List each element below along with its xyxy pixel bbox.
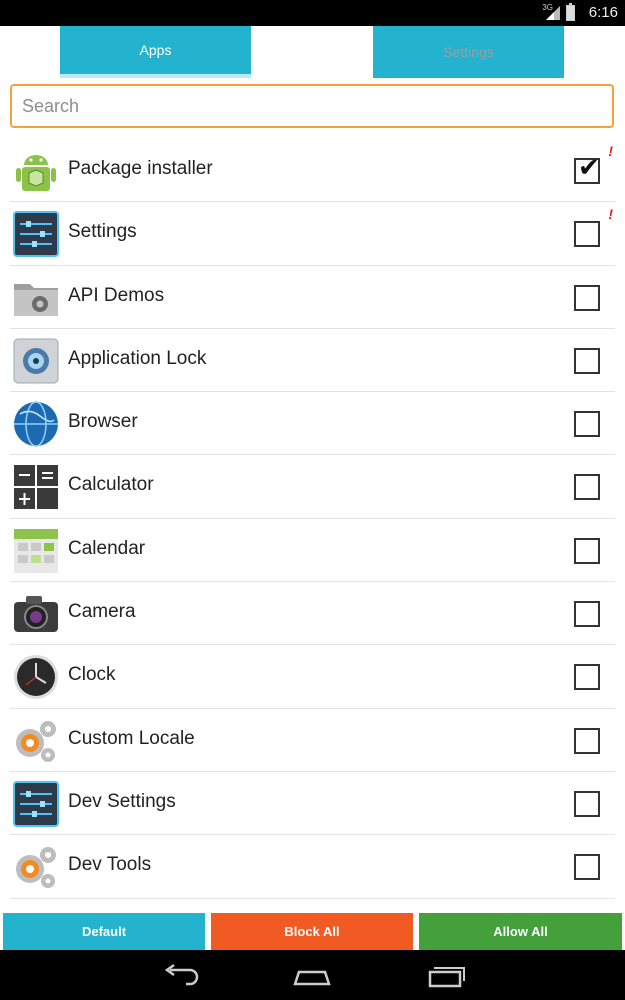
list-item[interactable]: Calculator [10, 455, 615, 519]
default-button[interactable]: Default [3, 913, 205, 950]
list-item[interactable]: Dev Tools [10, 835, 615, 899]
block-checkbox[interactable] [574, 411, 600, 438]
home-icon[interactable] [292, 964, 332, 988]
list-item[interactable]: API Demos [10, 266, 615, 329]
warning-icon: ! [608, 206, 613, 223]
app-name: Package installer [68, 158, 213, 179]
battery-charging-icon [566, 3, 575, 21]
block-checkbox[interactable] [574, 221, 600, 248]
app-name: Calendar [68, 537, 146, 559]
app-name: Calculator [68, 474, 154, 496]
list-item[interactable]: Camera [10, 582, 615, 646]
recents-icon[interactable] [426, 964, 466, 988]
gears-icon [16, 847, 56, 889]
action-bar: Default Block All Allow All [0, 913, 625, 950]
navigation-bar [0, 950, 625, 1000]
block-checkbox[interactable] [574, 537, 600, 564]
block-checkbox[interactable] [574, 474, 600, 501]
list-item[interactable]: Dev Settings [10, 772, 615, 836]
app-name: Dev Tools [68, 854, 152, 876]
globe-icon [14, 401, 58, 447]
settings-sliders-icon [13, 211, 59, 258]
calculator-icon [14, 465, 58, 510]
settings-sliders-icon [13, 780, 59, 827]
app-name: Settings [68, 221, 137, 243]
vault-lock-icon [13, 338, 59, 384]
block-checkbox[interactable]: ✔ [574, 154, 600, 184]
list-item[interactable]: Browser [10, 392, 615, 456]
list-item[interactable]: Settings ! [10, 202, 615, 266]
warning-icon: ! [608, 143, 613, 159]
status-bar: 3G 6:16 [0, 0, 625, 26]
app-name: Custom Locale [68, 727, 195, 749]
app-name: Clock [68, 664, 116, 686]
app-name: API Demos [68, 284, 165, 306]
back-icon[interactable] [160, 964, 200, 988]
app-name: Camera [68, 601, 136, 623]
app-list: Package installer ✔ ! Settings ! API Dem… [0, 139, 625, 913]
block-checkbox[interactable] [574, 347, 600, 374]
block-checkbox[interactable] [574, 727, 600, 754]
signal-bars-icon [546, 6, 560, 20]
folder-gear-icon [14, 283, 58, 316]
android-package-icon [16, 155, 56, 191]
search-input[interactable] [10, 84, 614, 128]
list-item[interactable]: Application Lock [10, 329, 615, 393]
block-all-button[interactable]: Block All [211, 913, 413, 950]
app-name: Application Lock [68, 347, 207, 369]
gears-icon [16, 720, 56, 762]
app-name: Dev Settings [68, 790, 176, 812]
list-item[interactable]: Custom Locale [10, 709, 615, 772]
tab-apps[interactable]: Apps [60, 26, 251, 78]
tab-bar: Apps Settings [0, 26, 625, 78]
list-item[interactable]: Clock [10, 645, 615, 709]
list-item[interactable]: Calendar [10, 519, 615, 583]
app-screen: Apps Settings Package installer ✔ ! [0, 26, 625, 950]
list-item[interactable]: Package installer ✔ ! [10, 139, 615, 203]
block-checkbox[interactable] [574, 854, 600, 881]
clock-time: 6:16 [588, 4, 618, 21]
check-mark-icon: ✔ [578, 152, 600, 182]
tab-settings[interactable]: Settings [373, 26, 564, 78]
block-checkbox[interactable] [574, 790, 600, 817]
app-name: Browser [68, 411, 138, 433]
block-checkbox[interactable] [574, 664, 600, 691]
clock-icon [14, 655, 58, 700]
block-checkbox[interactable] [574, 284, 600, 311]
calendar-icon [14, 528, 58, 573]
block-checkbox[interactable] [574, 601, 600, 628]
camera-icon [14, 596, 58, 633]
allow-all-button[interactable]: Allow All [419, 913, 622, 950]
